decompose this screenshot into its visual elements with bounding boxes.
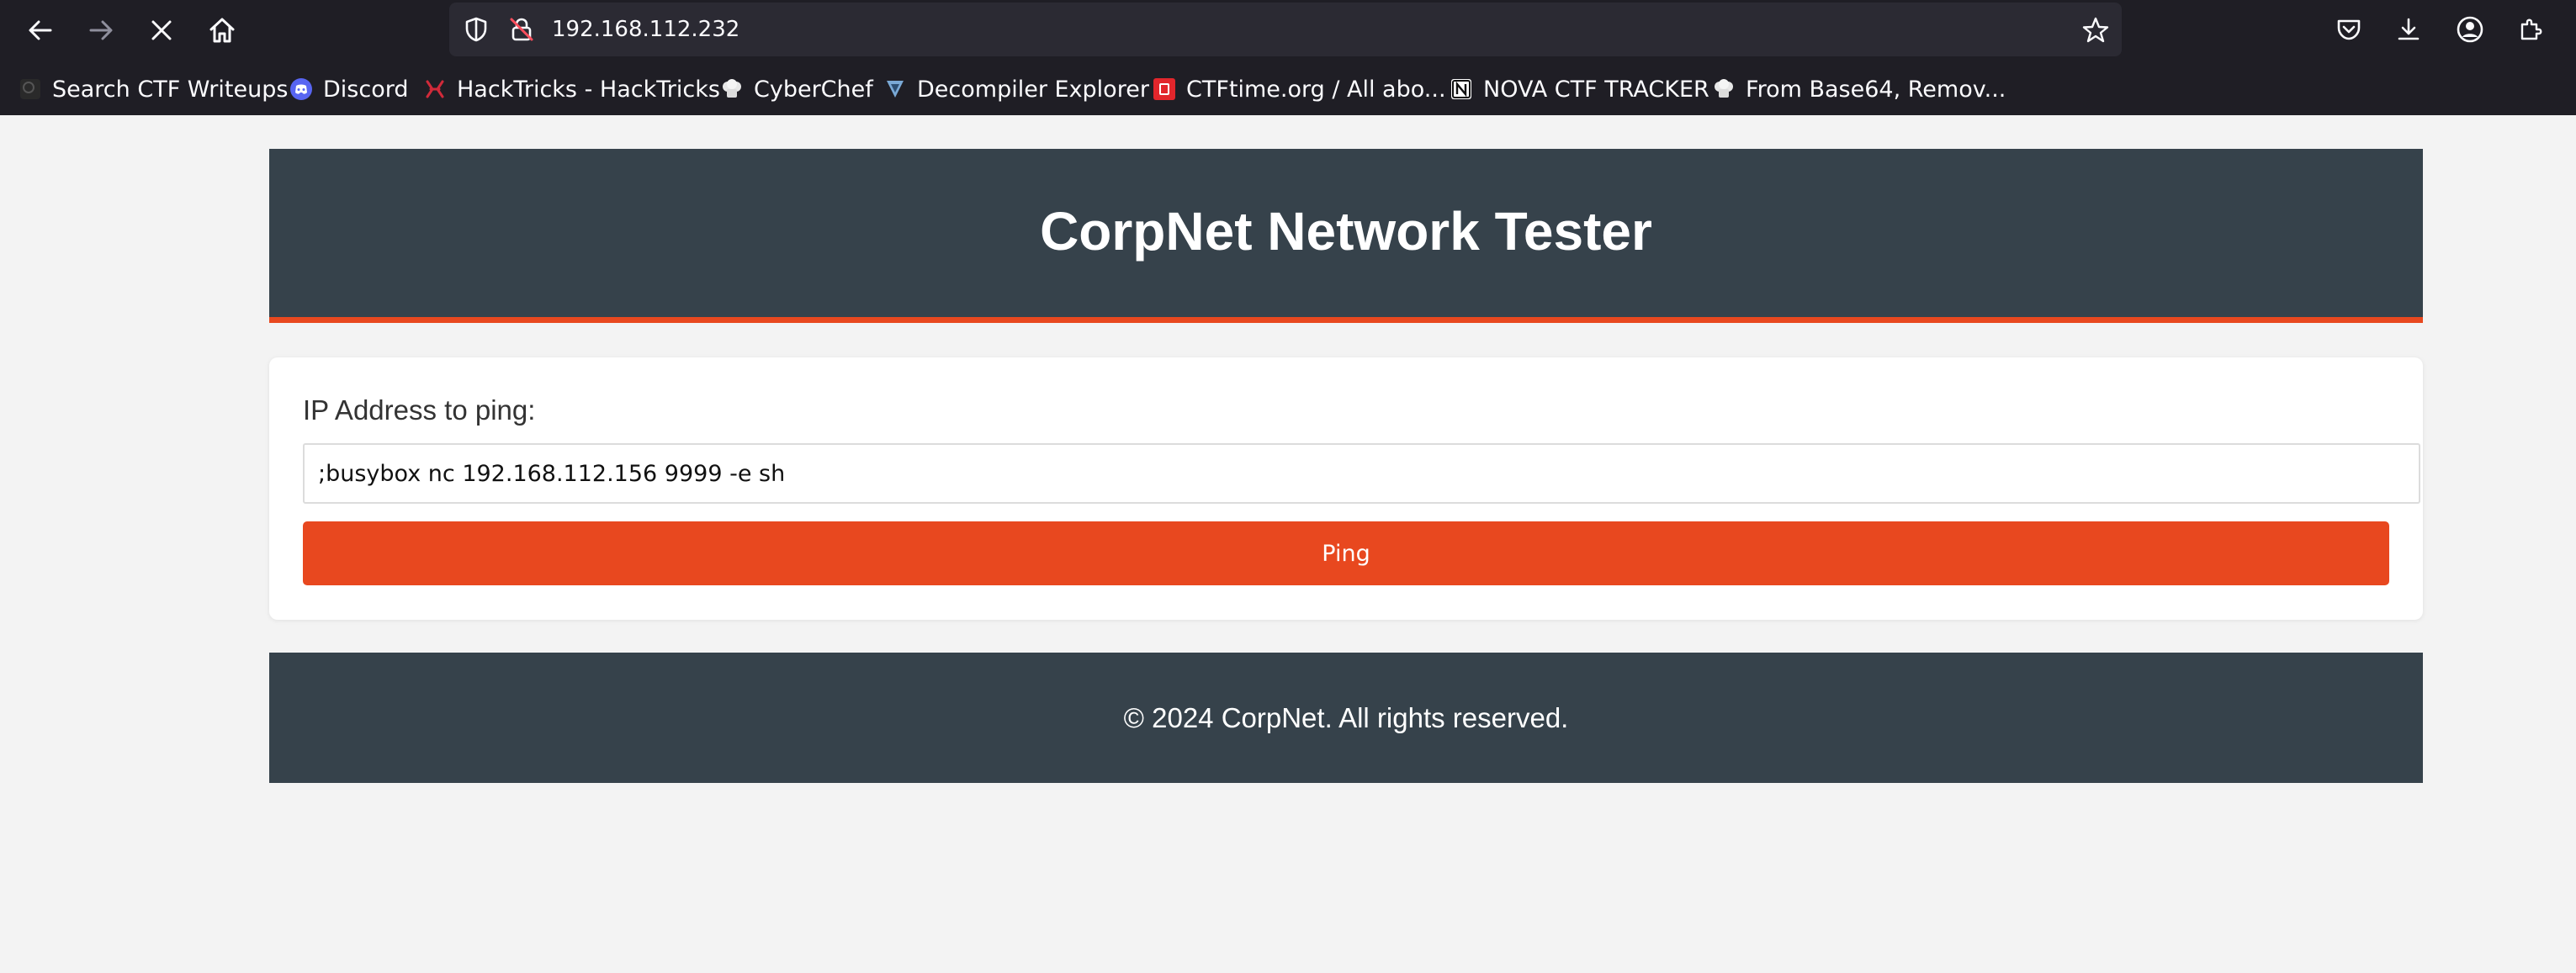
back-button[interactable] [19, 8, 62, 52]
pocket-button[interactable] [2330, 10, 2368, 49]
account-icon [2457, 16, 2483, 43]
home-button[interactable] [200, 8, 244, 52]
browser-chrome: 192.168.112.232 Search CTF Writeups Disc… [0, 0, 2576, 115]
address-bar[interactable]: 192.168.112.232 [449, 3, 2122, 56]
bookmark-hacktricks[interactable]: HackTricks - HackTricks [423, 66, 720, 113]
download-icon [2398, 18, 2420, 40]
bookmark-label: Decompiler Explorer [917, 76, 1149, 103]
bookmark-cyberchef[interactable]: CyberChef [720, 66, 873, 113]
ctftime-icon [1153, 77, 1176, 101]
bookmark-label: From Base64, Remov... [1746, 76, 2006, 103]
stop-button[interactable] [140, 8, 183, 52]
ping-form-card: IP Address to ping: Ping [269, 357, 2423, 620]
bookmark-label: Search CTF Writeups [52, 76, 289, 103]
bookmark-search-ctf-writeups[interactable]: Search CTF Writeups [19, 66, 288, 113]
insecure-lock-icon[interactable] [508, 16, 535, 43]
copyright-text: © 2024 CorpNet. All rights reserved. [1123, 701, 1569, 733]
bookmark-decompiler-explorer[interactable]: Decompiler Explorer [883, 66, 1149, 113]
bookmark-nova-ctf-tracker[interactable]: NOVA CTF TRACKER [1450, 66, 1709, 113]
bookmark-label: Discord [323, 76, 409, 103]
bookmark-star-icon[interactable] [2081, 16, 2110, 45]
page-footer: © 2024 CorpNet. All rights reserved. [269, 653, 2423, 783]
notion-icon [1450, 77, 1473, 101]
decompiler-icon [883, 77, 907, 101]
bookmark-label: CTFtime.org / All abo... [1186, 76, 1446, 103]
forward-arrow-icon [89, 20, 113, 40]
bookmarks-toolbar: Search CTF Writeups Discord HackTricks -… [0, 66, 2576, 113]
bookmark-from-base64[interactable]: From Base64, Remov... [1712, 66, 2006, 113]
back-arrow-icon [29, 20, 52, 40]
bookmark-discord[interactable]: Discord [289, 66, 409, 113]
ping-button[interactable]: Ping [303, 521, 2389, 585]
page-title: CorpNet Network Tester [1040, 201, 1652, 262]
cyberchef-icon [1712, 77, 1736, 101]
bookmark-label: CyberChef [754, 76, 873, 103]
discord-icon [289, 77, 313, 101]
url-text[interactable]: 192.168.112.232 [552, 3, 739, 56]
stop-loading-icon [151, 20, 172, 40]
extensions-button[interactable] [2511, 10, 2550, 49]
account-button[interactable] [2451, 10, 2489, 49]
page-header: CorpNet Network Tester [269, 149, 2423, 323]
cyberchef-icon [720, 77, 744, 101]
bookmark-ctftime[interactable]: CTFtime.org / All abo... [1153, 66, 1446, 113]
pocket-icon [2337, 19, 2361, 40]
ip-address-input[interactable] [303, 443, 2420, 504]
hacktricks-icon [423, 77, 447, 101]
extensions-icon [2520, 19, 2542, 40]
shield-icon[interactable] [463, 16, 490, 43]
ctf-writeups-icon [19, 77, 42, 101]
forward-button[interactable] [79, 8, 123, 52]
bookmark-label: HackTricks - HackTricks [457, 76, 720, 103]
bookmark-label: NOVA CTF TRACKER [1483, 76, 1709, 103]
home-icon [209, 18, 235, 43]
ip-address-label: IP Address to ping: [303, 394, 536, 426]
downloads-button[interactable] [2389, 10, 2428, 49]
